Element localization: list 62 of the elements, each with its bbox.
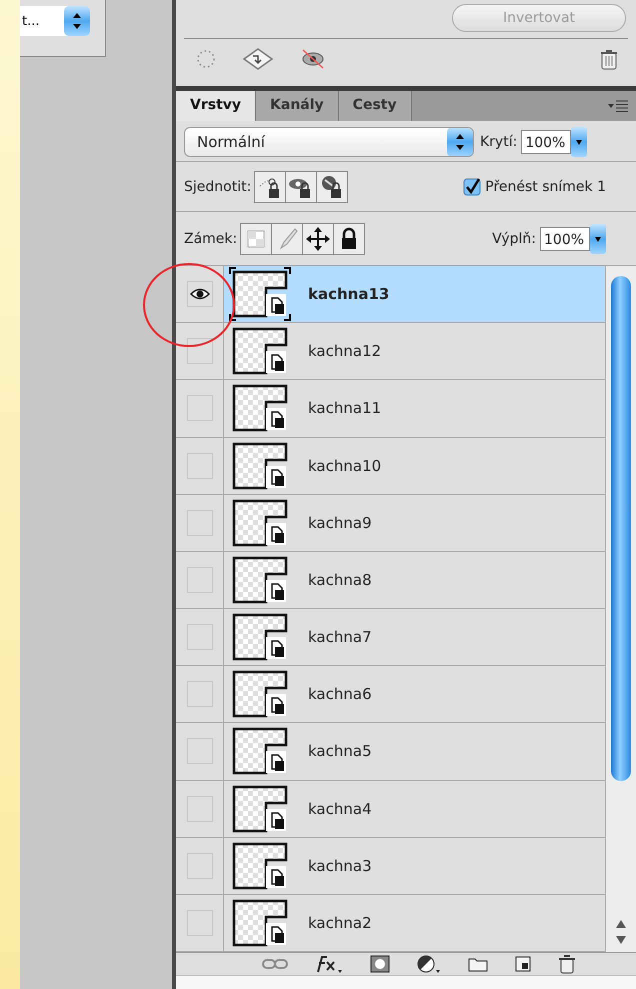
stepper-icon[interactable] <box>447 128 473 156</box>
propagate-label: Přenést snímek 1 <box>485 178 606 194</box>
unify-visibility-icon[interactable] <box>285 170 318 202</box>
link-icon[interactable] <box>262 958 288 970</box>
layer-name[interactable]: kachna7 <box>308 628 372 646</box>
layer-name[interactable]: kachna12 <box>308 342 382 360</box>
trash-icon[interactable] <box>600 48 618 70</box>
eye-icon <box>190 288 210 300</box>
lock-label: Zámek: <box>184 230 238 246</box>
unify-position-icon[interactable] <box>254 170 286 202</box>
visibility-toggle[interactable] <box>186 510 212 536</box>
folder-icon[interactable] <box>468 956 488 972</box>
layer-name[interactable]: kachna10 <box>308 456 382 475</box>
layer-name[interactable]: kachna3 <box>308 856 372 875</box>
layer-name[interactable]: kachna2 <box>308 914 372 932</box>
visibility-toggle[interactable] <box>186 738 212 764</box>
lock-icon[interactable] <box>333 222 366 254</box>
scroll-down-icon[interactable] <box>614 934 628 946</box>
visibility-toggle[interactable] <box>186 338 212 364</box>
lock-transparency-icon[interactable] <box>240 222 272 254</box>
panel-tab[interactable]: Vrstvy <box>176 91 256 121</box>
scrollbar-thumb[interactable] <box>611 276 631 781</box>
scroll-up-icon[interactable] <box>614 918 628 930</box>
visibility-toggle[interactable] <box>186 681 212 708</box>
opacity-field[interactable]: 100% <box>521 130 572 154</box>
visibility-toggle[interactable] <box>186 624 212 650</box>
dotted-circle-icon[interactable] <box>196 49 216 69</box>
mask-icon[interactable] <box>370 955 390 973</box>
new-layer-icon[interactable] <box>514 955 532 973</box>
unify-label: Sjednotit: <box>184 178 252 194</box>
layer-name[interactable]: kachna11 <box>308 399 382 418</box>
move-icon[interactable] <box>302 222 334 254</box>
layer-name[interactable]: kachna6 <box>308 685 372 704</box>
fill-field[interactable]: 100% <box>540 226 590 250</box>
layer-thumbnail <box>228 266 292 322</box>
fill-label: Výplň: <box>492 230 536 246</box>
panel-menu-icon[interactable] <box>608 100 628 112</box>
propagate-checkbox[interactable] <box>463 178 482 196</box>
blend-mode-select[interactable]: Normální <box>184 127 474 157</box>
panel-tab[interactable]: Cesty <box>338 91 412 121</box>
unify-style-icon[interactable] <box>316 170 348 202</box>
diamond-arrow-icon[interactable] <box>242 47 274 71</box>
effects-icon[interactable] <box>314 954 344 974</box>
visibility-toggle[interactable] <box>186 852 212 879</box>
visibility-toggle[interactable] <box>186 452 212 479</box>
select-field[interactable]: t... <box>20 6 90 36</box>
layer-name[interactable]: kachna8 <box>308 570 372 589</box>
visibility-toggle[interactable] <box>186 910 212 936</box>
panel-tab[interactable]: Kanály <box>256 91 339 121</box>
stepper-icon[interactable] <box>64 6 90 36</box>
adjustment-icon[interactable] <box>416 954 442 974</box>
visibility-toggle[interactable] <box>186 566 212 593</box>
visibility-toggle[interactable] <box>186 281 212 308</box>
layer-name[interactable]: kachna13 <box>308 285 390 304</box>
layer-name[interactable]: kachna9 <box>308 514 372 532</box>
trash-icon[interactable] <box>558 954 576 974</box>
visibility-toggle[interactable] <box>186 796 212 822</box>
layer-name[interactable]: kachna5 <box>308 742 372 760</box>
visibility-toggle[interactable] <box>186 395 212 422</box>
layer-name[interactable]: kachna4 <box>308 800 372 818</box>
crossed-eye-icon[interactable] <box>300 48 326 70</box>
opacity-label: Krytí: <box>480 134 518 150</box>
